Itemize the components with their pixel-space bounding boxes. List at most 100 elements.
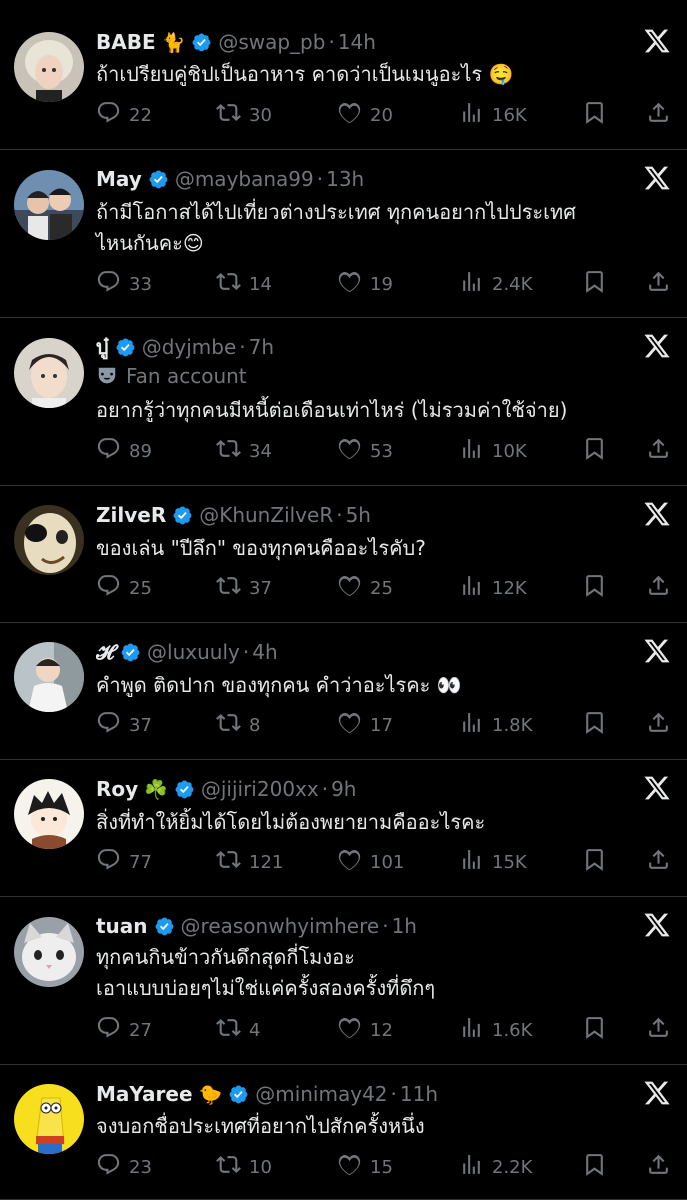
bookmark-button[interactable] bbox=[582, 572, 607, 604]
tweet[interactable]: MaYaree 🐤 @minimay42 · 11h จงบอกชื่อประเทศที่… bbox=[0, 1065, 687, 1200]
tweet[interactable]: ZilveR @KhunZilveR · 5h ของเล่น "ปีลึก" ของท… bbox=[0, 486, 687, 623]
repost-icon bbox=[216, 847, 249, 877]
like-button[interactable]: 15 bbox=[337, 1151, 393, 1183]
bookmark-button[interactable] bbox=[582, 435, 607, 467]
tweet[interactable]: บู๋ @dyjmbe · 7h Fan account อยากรู้ว่าทุกคนม… bbox=[0, 318, 687, 486]
like-count: 25 bbox=[370, 577, 393, 599]
avatar[interactable] bbox=[14, 170, 84, 240]
share-button[interactable] bbox=[646, 846, 671, 878]
post-time[interactable]: 4h bbox=[252, 640, 277, 664]
post-time[interactable]: 13h bbox=[326, 167, 364, 191]
bookmark-button[interactable] bbox=[582, 1151, 607, 1183]
reply-button[interactable]: 27 bbox=[96, 1014, 152, 1046]
post-time[interactable]: 7h bbox=[249, 335, 274, 359]
repost-button[interactable]: 34 bbox=[216, 435, 272, 467]
repost-icon bbox=[216, 436, 249, 466]
bookmark-button[interactable] bbox=[582, 846, 607, 878]
tweet[interactable]: BABE 🐈 @swap_pb · 14h ถ้าเปรียบคู่ชิปเป็นอาหา… bbox=[0, 0, 687, 150]
share-button[interactable] bbox=[646, 572, 671, 604]
post-time[interactable]: 14h bbox=[338, 30, 376, 54]
repost-button[interactable]: 4 bbox=[216, 1014, 260, 1046]
post-time[interactable]: 9h bbox=[331, 777, 356, 801]
avatar[interactable] bbox=[14, 505, 84, 575]
user-handle[interactable]: @luxuuly bbox=[147, 640, 240, 664]
views-button[interactable]: 1.8K bbox=[459, 709, 532, 741]
share-button[interactable] bbox=[646, 1151, 671, 1183]
like-button[interactable]: 20 bbox=[337, 99, 393, 131]
tweet[interactable]: Roy ☘️ @jijiri200xx · 9h สิ่งที่ทำให้ยิ้มได้โ… bbox=[0, 760, 687, 897]
avatar[interactable] bbox=[14, 779, 84, 849]
repost-button[interactable]: 10 bbox=[216, 1151, 272, 1183]
repost-button[interactable]: 121 bbox=[216, 846, 283, 878]
reply-button[interactable]: 33 bbox=[96, 268, 152, 300]
reply-button[interactable]: 25 bbox=[96, 572, 152, 604]
display-name[interactable]: ZilveR bbox=[96, 503, 166, 527]
like-count: 19 bbox=[370, 273, 393, 295]
reply-button[interactable]: 22 bbox=[96, 99, 152, 131]
display-name[interactable]: Roy bbox=[96, 777, 138, 801]
like-button[interactable]: 101 bbox=[337, 846, 404, 878]
reply-button[interactable]: 89 bbox=[96, 435, 152, 467]
avatar[interactable] bbox=[14, 917, 84, 987]
reply-count: 33 bbox=[129, 273, 152, 295]
display-name[interactable]: May bbox=[96, 167, 142, 191]
post-time[interactable]: 5h bbox=[346, 503, 371, 527]
tweet[interactable]: 𝓗 @luxuuly · 4h คำพูด ติดปาก ของทุกคน คำว่าอ… bbox=[0, 623, 687, 760]
share-button[interactable] bbox=[646, 709, 671, 741]
bookmark-button[interactable] bbox=[582, 1014, 607, 1046]
bookmark-button[interactable] bbox=[582, 709, 607, 741]
x-logo-icon bbox=[643, 500, 671, 528]
display-name[interactable]: MaYaree bbox=[96, 1082, 193, 1106]
share-button[interactable] bbox=[646, 435, 671, 467]
display-name[interactable]: บู๋ bbox=[96, 332, 109, 362]
user-handle[interactable]: @dyjmbe bbox=[142, 335, 237, 359]
share-button[interactable] bbox=[646, 1014, 671, 1046]
like-button[interactable]: 19 bbox=[337, 268, 393, 300]
share-icon bbox=[646, 100, 671, 130]
repost-button[interactable]: 37 bbox=[216, 572, 272, 604]
like-button[interactable]: 17 bbox=[337, 709, 393, 741]
avatar[interactable] bbox=[14, 1084, 84, 1154]
repost-button[interactable]: 14 bbox=[216, 268, 272, 300]
reply-button[interactable]: 23 bbox=[96, 1151, 152, 1183]
user-handle[interactable]: @KhunZilveR bbox=[199, 503, 333, 527]
repost-button[interactable]: 8 bbox=[216, 709, 260, 741]
tweet[interactable]: tuan @reasonwhyimhere · 1h ทุกคนกินข้าวกันดึ… bbox=[0, 897, 687, 1065]
views-button[interactable]: 10K bbox=[459, 435, 527, 467]
bookmark-button[interactable] bbox=[582, 268, 607, 300]
user-handle[interactable]: @minimay42 bbox=[255, 1082, 387, 1106]
separator-dot: · bbox=[316, 167, 324, 191]
views-button[interactable]: 2.2K bbox=[459, 1151, 532, 1183]
x-logo-icon bbox=[643, 164, 671, 192]
avatar[interactable] bbox=[14, 642, 84, 712]
user-handle[interactable]: @swap_pb bbox=[218, 30, 325, 54]
user-handle[interactable]: @reasonwhyimhere bbox=[181, 914, 380, 938]
repost-button[interactable]: 30 bbox=[216, 99, 272, 131]
share-button[interactable] bbox=[646, 268, 671, 300]
avatar[interactable] bbox=[14, 32, 84, 102]
display-name[interactable]: 𝓗 bbox=[96, 640, 114, 664]
share-button[interactable] bbox=[646, 99, 671, 131]
views-button[interactable]: 2.4K bbox=[459, 268, 532, 300]
repost-count: 34 bbox=[249, 440, 272, 462]
avatar[interactable] bbox=[14, 338, 84, 408]
reply-button[interactable]: 37 bbox=[96, 709, 152, 741]
views-button[interactable]: 1.6K bbox=[459, 1014, 532, 1046]
bookmark-button[interactable] bbox=[582, 99, 607, 131]
post-time[interactable]: 1h bbox=[392, 914, 417, 938]
views-button[interactable]: 16K bbox=[459, 99, 527, 131]
tweet-actions: 33 14 19 2.4K bbox=[96, 268, 673, 300]
like-button[interactable]: 53 bbox=[337, 435, 393, 467]
user-handle[interactable]: @jijiri200xx bbox=[201, 777, 319, 801]
user-handle[interactable]: @maybana99 bbox=[175, 167, 314, 191]
views-button[interactable]: 12K bbox=[459, 572, 527, 604]
like-button[interactable]: 25 bbox=[337, 572, 393, 604]
like-button[interactable]: 12 bbox=[337, 1014, 393, 1046]
post-time[interactable]: 11h bbox=[400, 1082, 438, 1106]
reply-button[interactable]: 77 bbox=[96, 846, 152, 878]
views-button[interactable]: 15K bbox=[459, 846, 527, 878]
display-name[interactable]: BABE bbox=[96, 30, 156, 54]
tweet[interactable]: May @maybana99 · 13h ถ้ามีโอกาสได้ไปเที่ยวต่… bbox=[0, 150, 687, 318]
display-name[interactable]: tuan bbox=[96, 914, 148, 938]
repost-count: 30 bbox=[249, 104, 272, 126]
